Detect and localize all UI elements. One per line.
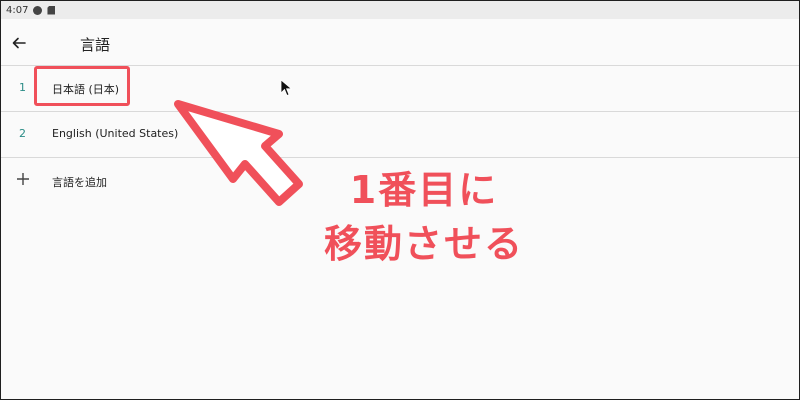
page-title: 言語: [80, 36, 111, 54]
language-order-number: 2: [19, 127, 26, 140]
highlight-box: [34, 66, 130, 106]
app-bar: 言語: [1, 19, 799, 65]
notification-icon: [33, 5, 43, 15]
arrow-back-icon: [12, 37, 26, 49]
sd-card-icon: [47, 5, 56, 15]
annotation-arrow-icon: [174, 100, 303, 206]
annotation-text-line1: 1番目に: [349, 168, 499, 212]
language-label: English (United States): [52, 127, 179, 140]
screen-frame: 4:07 言語 1 日本語 (日本) 2 English (United Sta…: [0, 0, 800, 400]
back-button[interactable]: [9, 33, 29, 53]
status-time: 4:07: [6, 4, 29, 16]
mouse-pointer-icon: [280, 79, 293, 97]
plus-icon: [17, 173, 29, 185]
add-language-label: 言語を追加: [52, 176, 107, 189]
annotation-text-line2: 移動させる: [323, 222, 524, 266]
language-order-number: 1: [19, 81, 26, 94]
language-item-2[interactable]: 2 English (United States): [1, 112, 799, 157]
status-bar: 4:07: [1, 1, 799, 19]
